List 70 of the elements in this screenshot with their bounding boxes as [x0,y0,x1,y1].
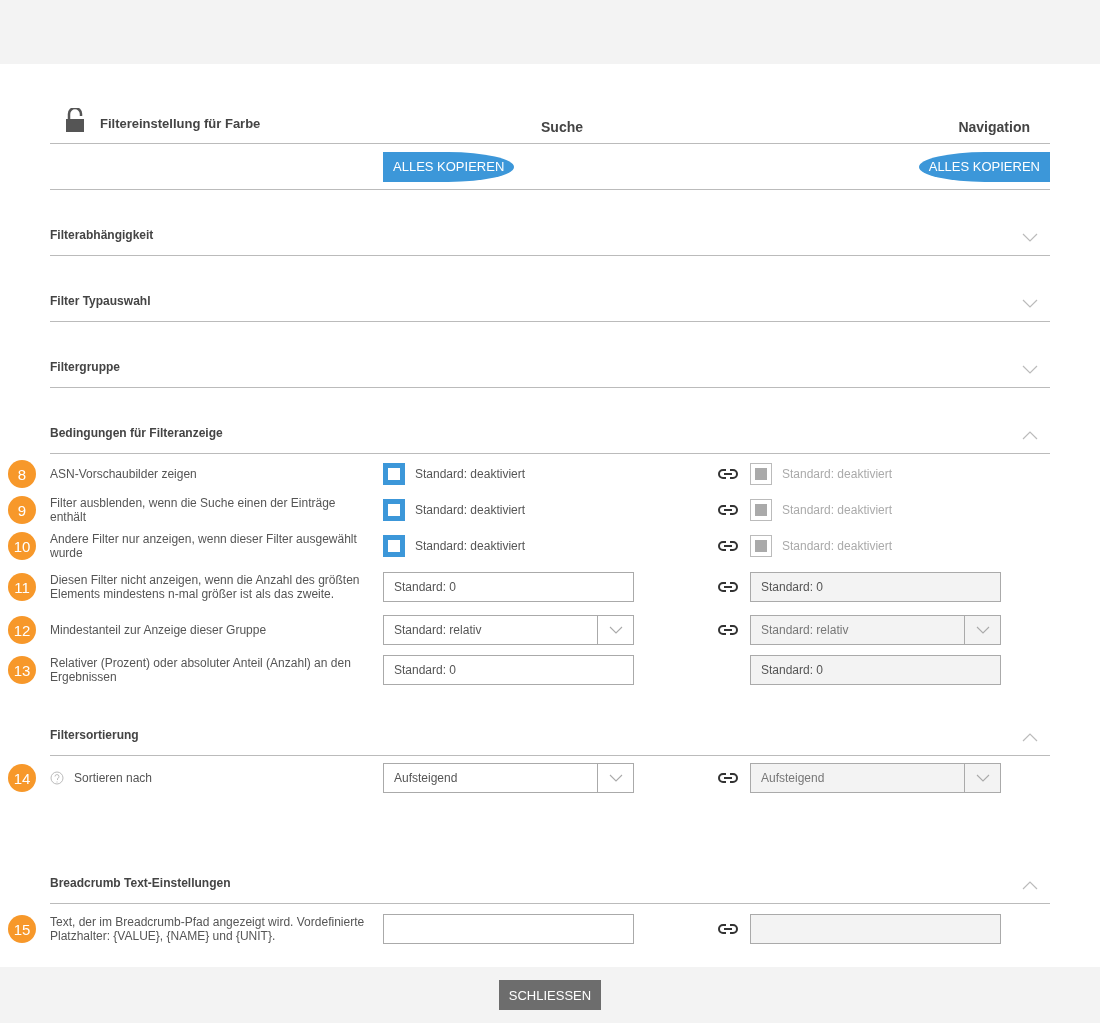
checkbox[interactable] [750,499,772,521]
step-badge: 11 [8,573,36,601]
setting-label: Mindestanteil zur Anzeige dieser Gruppe [50,623,267,637]
section-title: Filter Typauswahl [50,294,151,308]
checkbox[interactable] [750,463,772,485]
section-title: Bedingungen für Filteranzeige [50,426,223,440]
close-button[interactable]: SCHLIESSEN [498,980,602,1010]
chevron-down-icon [975,774,990,782]
chevron-down-icon[interactable] [1022,365,1038,374]
section-header[interactable]: Breadcrumb Text-Einstellungen [50,838,1050,904]
select-dropdown[interactable]: Standard: relativ [750,615,1001,645]
setting-label: ASN-Vorschaubilder zeigen [50,467,197,481]
input-field[interactable]: Standard: 0 [383,572,634,602]
step-badge: 14 [8,764,36,792]
step-badge: 13 [8,656,36,684]
section-header[interactable]: Bedingungen für Filteranzeige [50,388,1050,454]
step-badge: 12 [8,616,36,644]
section-title: Filterabhängigkeit [50,228,154,242]
chevron-down-icon [608,774,623,782]
setting-label: Diesen Filter nicht anzeigen, wenn die Anzahl des größten Elements mindestens n-mal größer ist als das zweite. [50,573,361,601]
select-dropdown[interactable]: Aufsteigend [750,763,1001,793]
dialog-title: Filtereinstellung für Farbe [100,116,262,131]
chevron-down-icon [975,626,990,634]
step-badge: 15 [8,915,36,943]
section-header[interactable]: Filtersortierung [50,690,1050,756]
link-icon[interactable] [718,468,738,480]
help-icon[interactable] [50,771,64,785]
setting-label: Text, der im Breadcrumb-Pfad angezeigt wird. Vordefinierte Platzhalter: {VALUE}, {NAME} und {UNIT}. [50,915,366,943]
checkbox-label: Standard: deaktiviert [415,539,526,553]
chevron-up-icon[interactable] [1022,881,1038,890]
section-title: Filtersortierung [50,728,139,742]
section-header[interactable]: Filterabhängigkeit [50,190,1050,256]
checkbox[interactable] [383,499,405,521]
setting-label: Andere Filter nur anzeigen, wenn dieser Filter ausgewählt wurde [50,532,358,560]
checkbox[interactable] [383,535,405,557]
step-badge: 8 [8,460,36,488]
step-badge: 10 [8,532,36,560]
checkbox[interactable] [383,463,405,485]
section-title: Filtergruppe [50,360,120,374]
link-icon[interactable] [718,504,738,516]
link-icon[interactable] [718,581,738,593]
section-header[interactable]: Filter Typauswahl [50,256,1050,322]
checkbox-label: Standard: deaktiviert [415,467,526,481]
column-heading: Navigation [958,119,1030,135]
chevron-down-icon[interactable] [1022,233,1038,242]
setting-label: Sortieren nach [74,771,153,785]
chevron-down-icon[interactable] [1022,299,1038,308]
section-title: Breadcrumb Text-Einstellungen [50,876,231,890]
section-header[interactable]: Filtergruppe [50,322,1050,388]
link-icon[interactable] [718,624,738,636]
checkbox-label: Standard: deaktiviert [782,503,893,517]
column-heading: Suche [541,119,583,135]
link-icon[interactable] [718,772,738,784]
checkbox[interactable] [750,535,772,557]
select-dropdown[interactable]: Aufsteigend [383,763,634,793]
select-dropdown[interactable]: Standard: relativ [383,615,634,645]
chevron-up-icon[interactable] [1022,431,1038,440]
input-field[interactable] [383,914,634,944]
chevron-down-icon [608,626,623,634]
setting-label: Relativer (Prozent) oder absoluter Anteil (Anzahl) an den Ergebnissen [50,656,352,684]
step-badge: 9 [8,496,36,524]
checkbox-label: Standard: deaktiviert [782,467,893,481]
lock-icon [66,108,84,132]
link-icon[interactable] [718,923,738,935]
setting-label: Filter ausblenden, wenn die Suche einen der Einträge enthält [50,496,337,524]
link-icon[interactable] [718,540,738,552]
checkbox-label: Standard: deaktiviert [415,503,526,517]
input-field[interactable]: Standard: 0 [383,655,634,685]
chevron-up-icon[interactable] [1022,733,1038,742]
checkbox-label: Standard: deaktiviert [782,539,893,553]
